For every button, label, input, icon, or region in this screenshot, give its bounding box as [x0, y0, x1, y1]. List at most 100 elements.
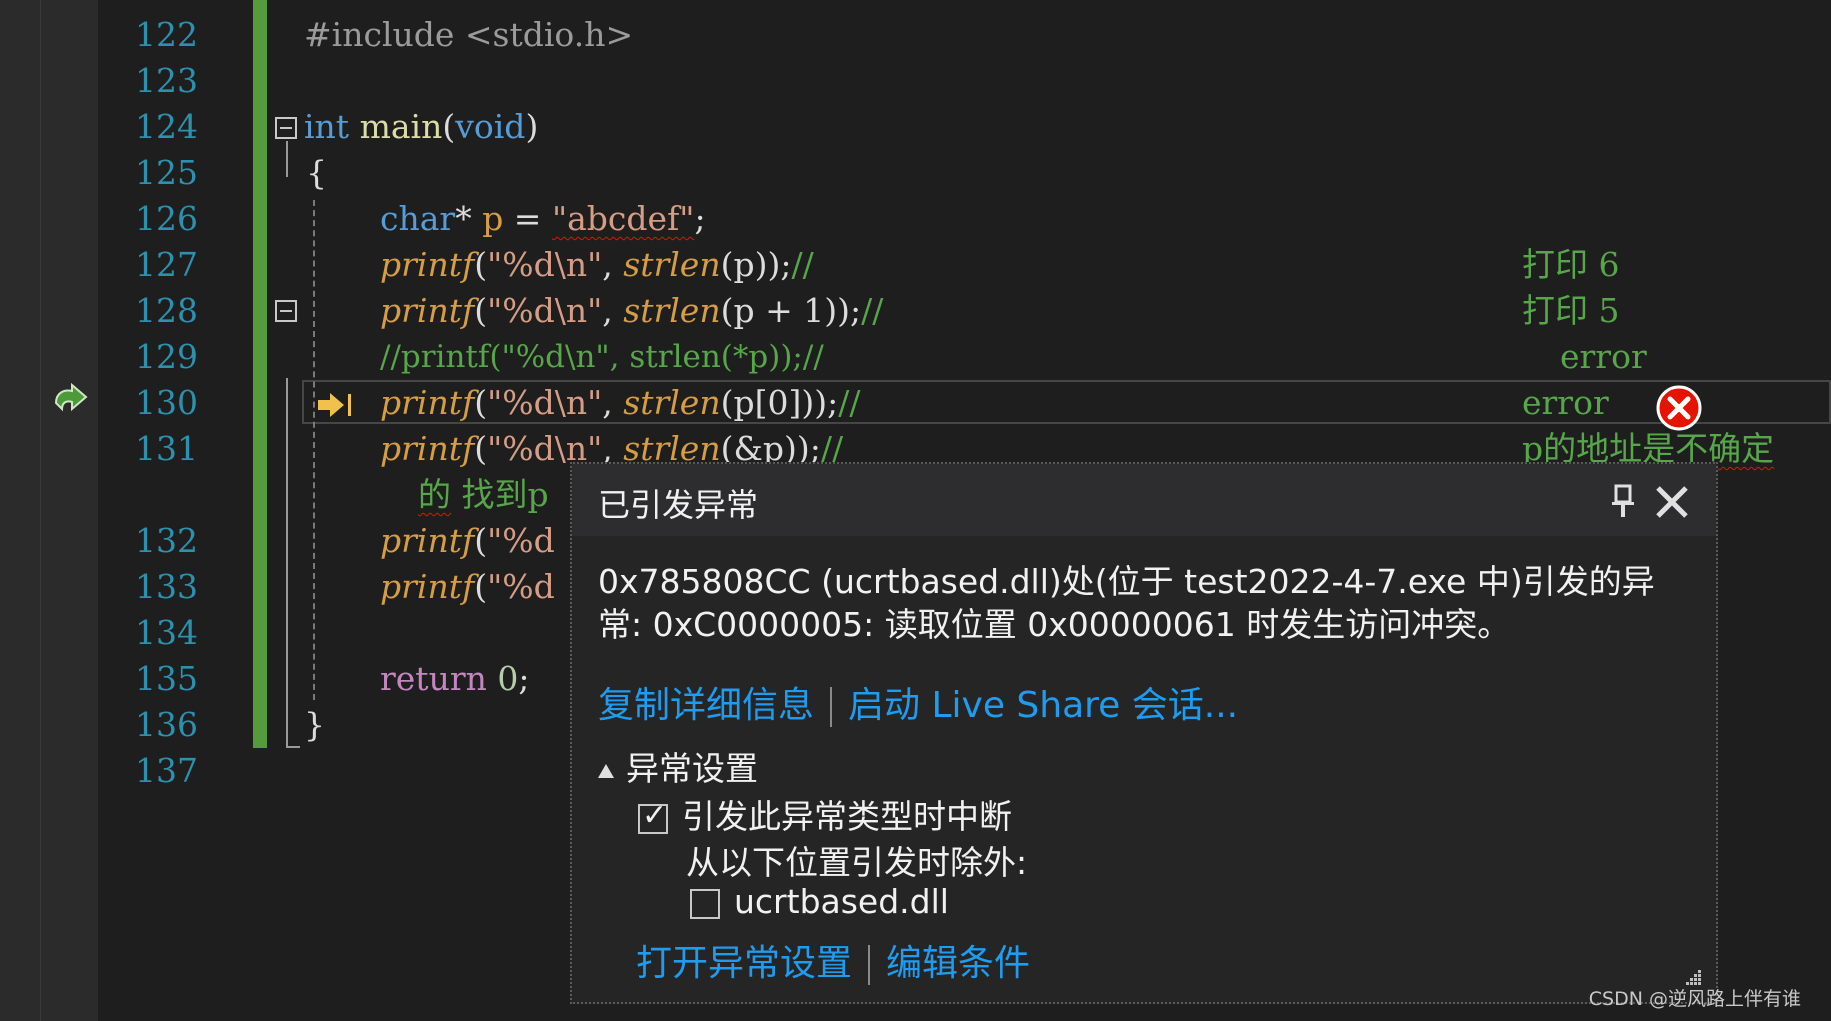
code-line-126[interactable]: char* p = "abcdef"; [380, 196, 706, 242]
code-line-131-wrap: 的 找到p [418, 472, 549, 518]
variable-p: p [482, 199, 504, 238]
execution-pointer-icon[interactable] [50, 383, 90, 423]
brace-open: { [306, 153, 327, 192]
line-number: 124 [135, 107, 198, 146]
pin-icon[interactable] [1608, 484, 1638, 518]
paren: ( [474, 245, 488, 284]
line-number: 137 [135, 751, 198, 790]
line-number: 135 [135, 659, 198, 698]
string-literal: "abcdef" [551, 199, 695, 238]
comment-note-129: error [1560, 337, 1647, 376]
exception-settings-links: 打开异常设置 编辑条件 [636, 934, 1030, 986]
exception-settings-section[interactable]: 异常设置 [598, 742, 758, 790]
format-string: "%d\n" [487, 383, 603, 422]
open-exception-settings-link[interactable]: 打开异常设置 [636, 943, 852, 984]
printf-call: printf [380, 429, 475, 468]
include-directive: #include <stdio.h> [304, 15, 634, 54]
line-number: 127 [135, 245, 198, 284]
code-line-124[interactable]: int main(void) [304, 104, 538, 150]
comment-note-130: error [1522, 383, 1609, 422]
printf-call: printf [380, 245, 475, 284]
code-line-129[interactable]: //printf("%d\n", strlen(*p));// [380, 334, 824, 380]
comment-note-128: 打印 5 [1522, 291, 1620, 330]
semicolon: ; [518, 659, 530, 698]
code-line-136[interactable]: } [304, 702, 325, 748]
format-string: "%d\n" [487, 291, 603, 330]
exception-message: 0x785808CC (ucrtbased.dll)处(位于 test2022-… [598, 562, 1655, 644]
paren: ) [525, 107, 539, 146]
paren: ( [474, 429, 488, 468]
current-statement-arrow-icon [318, 393, 351, 417]
ucrtbased-checkbox[interactable]: ucrtbased.dll [690, 882, 949, 921]
printf-call: printf [380, 567, 475, 606]
line-number: 122 [135, 15, 198, 54]
fold-toggle-comments[interactable] [275, 300, 297, 322]
printf-call: printf [380, 521, 475, 560]
code-line-122[interactable]: #include <stdio.h> [304, 12, 633, 58]
number-literal: 0 [486, 659, 519, 698]
keyword-return: return [380, 659, 487, 698]
code-line-128[interactable]: printf("%d\n", strlen(p + 1));// [380, 288, 883, 334]
code-line-130[interactable]: printf("%d\n", strlen(p[0]));// [380, 380, 860, 426]
keyword-char: char [380, 199, 456, 238]
break-on-exception-checkbox[interactable]: 引发此异常类型时中断 [638, 790, 1012, 838]
exception-popup-title: 已引发异常 [598, 486, 759, 524]
line-number: 133 [135, 567, 198, 606]
strlen-call: strlen [623, 291, 721, 330]
error-icon[interactable] [1656, 385, 1702, 431]
line-number: 131 [135, 429, 198, 468]
copy-details-link[interactable]: 复制详细信息 [598, 685, 814, 726]
edit-conditions-link[interactable]: 编辑条件 [886, 943, 1030, 984]
line-number: 128 [135, 291, 198, 330]
format-string: "%d\n" [487, 245, 603, 284]
checkbox-checked[interactable] [638, 798, 668, 834]
line-number: 130 [135, 383, 198, 422]
fold-toggle-main[interactable] [275, 117, 297, 139]
format-string: "%d [487, 567, 555, 606]
watermark: CSDN @逆风路上伴有谁 [1588, 988, 1801, 1010]
code-line-133[interactable]: printf("%d [380, 564, 555, 610]
line-number: 126 [135, 199, 198, 238]
checkbox-unchecked[interactable] [690, 888, 720, 919]
fold-guide [286, 378, 288, 748]
checkbox-label: ucrtbased.dll [734, 882, 949, 921]
keyword-int: int [304, 107, 350, 146]
semicolon: ; [694, 199, 706, 238]
margin-edge [40, 0, 41, 1021]
wrapped-text: 的 [418, 475, 451, 514]
line-number: 136 [135, 705, 198, 744]
close-icon[interactable] [1652, 482, 1692, 522]
line-number: 134 [135, 613, 198, 652]
link-separator [868, 945, 871, 985]
comma: , [602, 291, 624, 330]
comma: , [602, 245, 624, 284]
line-number: 125 [135, 153, 198, 192]
code-line-135[interactable]: return 0; [380, 656, 529, 702]
printf-call: printf [380, 383, 475, 422]
strlen-call: strlen [623, 245, 721, 284]
fold-guide-end [286, 746, 300, 748]
line-number: 129 [135, 337, 198, 376]
format-string: "%d [487, 521, 555, 560]
pointer-star: * [455, 199, 483, 238]
live-share-link[interactable]: 启动 Live Share 会话... [848, 685, 1238, 726]
printf-call: printf [380, 291, 475, 330]
comment-marker: // [861, 291, 884, 330]
keyword-void: void [455, 107, 526, 146]
paren: ( [474, 521, 488, 560]
code-line-127[interactable]: printf("%d\n", strlen(p));// [380, 242, 814, 288]
wrapped-text: 找到p [451, 475, 549, 514]
code-line-125[interactable]: { [306, 150, 327, 196]
comment-marker: // [791, 245, 814, 284]
glyph-margin[interactable] [0, 0, 98, 1021]
line-number: 123 [135, 61, 198, 100]
paren: ( [474, 291, 488, 330]
exception-popup-header: 已引发异常 [572, 464, 1716, 536]
code-line-132[interactable]: printf("%d [380, 518, 555, 564]
comment-marker: // [838, 383, 861, 422]
paren: ( [474, 567, 488, 606]
paren: ( [442, 107, 456, 146]
exception-popup[interactable]: 已引发异常 0x785808CC (ucrtbased.dll)处(位于 tes… [570, 462, 1718, 1004]
call-args: (p + 1)); [720, 291, 862, 330]
link-separator [830, 687, 833, 727]
